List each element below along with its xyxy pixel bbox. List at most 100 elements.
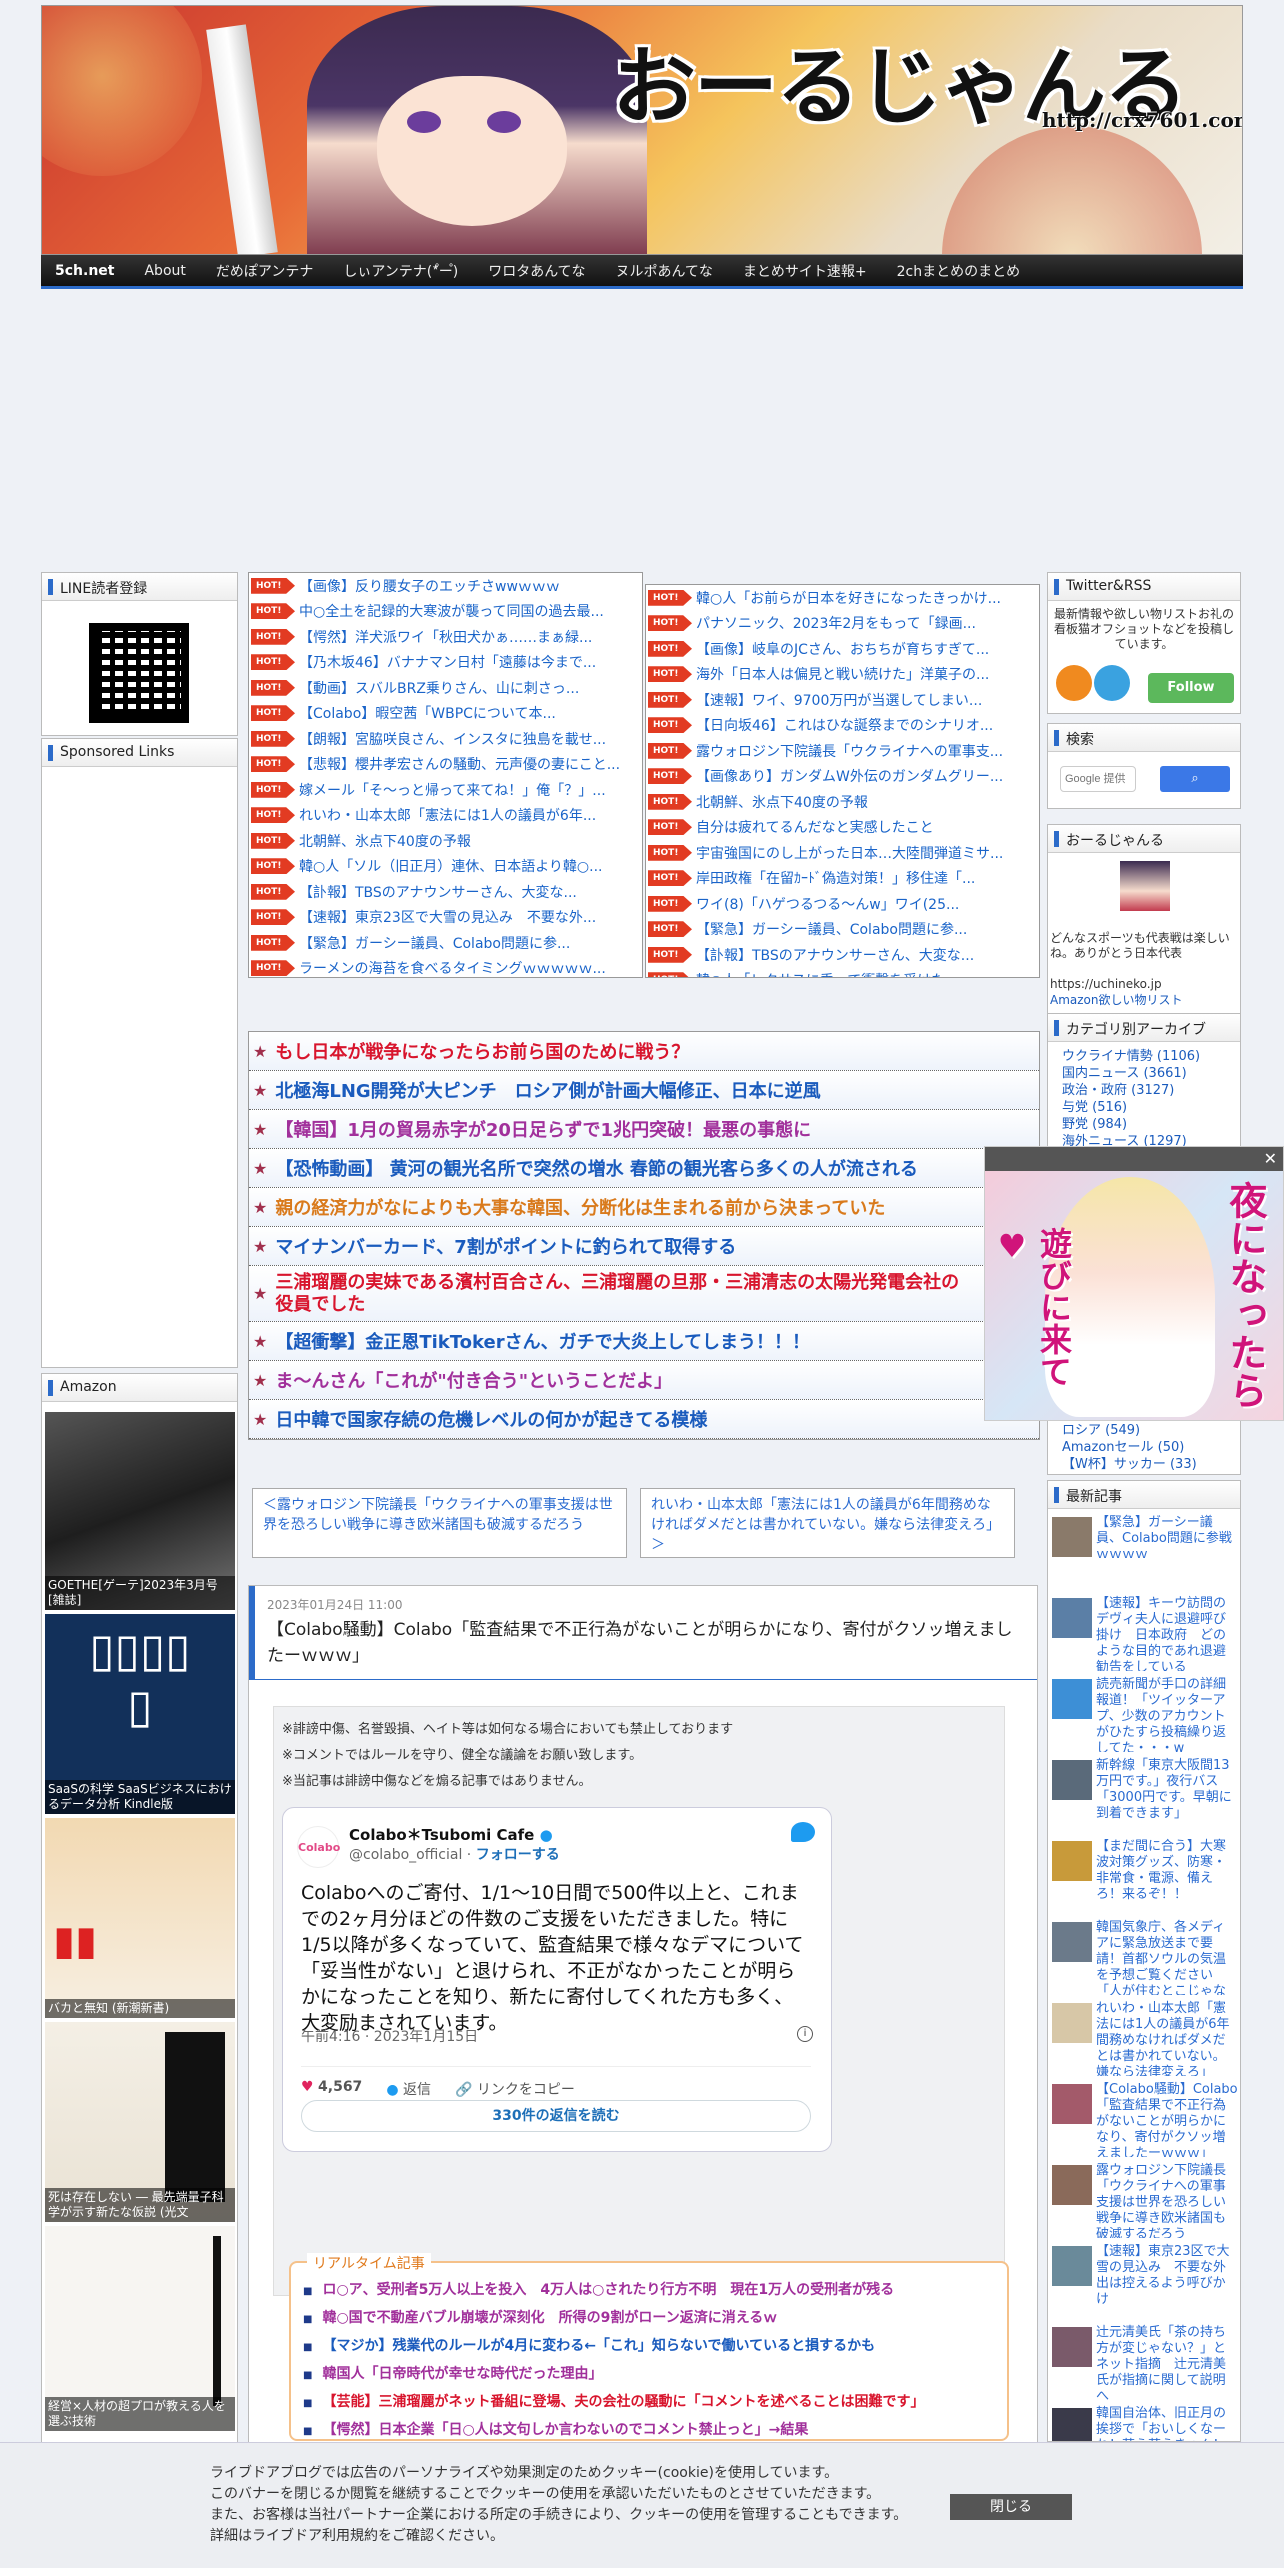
latest-article-thumbnail[interactable] (1052, 2246, 1092, 2286)
latest-article-thumbnail[interactable] (1052, 2408, 1092, 2441)
tweet-like-button[interactable]: ♥ 4,567 (301, 2079, 362, 2099)
latest-article-item[interactable]: 読売新聞が手口の詳細報道！「ツイッターアプ、少数のアカウントがひたすら投稿繰り返… (1048, 1671, 1240, 1752)
latest-article-item[interactable]: 【速報】キーウ訪問のデヴィ夫人に退避呼び掛け 日本政府 どのような目的であれ退避… (1048, 1590, 1240, 1671)
author-avatar[interactable] (1120, 861, 1170, 911)
amazon-item-goethe[interactable]: GOETHE[ゲーテ]2023年3月号 [雑誌] (45, 1412, 235, 1610)
tweet-avatar[interactable]: Colabo (297, 1826, 340, 1868)
hot-article-row[interactable]: HOT! 北朝鮮、氷点下40度の予報 (249, 828, 642, 854)
category-link[interactable]: 与党 (516) (1048, 1099, 1240, 1116)
headline-row[interactable]: ★ 日中韓で国家存続の危機レベルの何かが起きてる模様 (249, 1400, 1039, 1439)
consent-close-button[interactable]: 閉じる (950, 2494, 1072, 2520)
hot-article-row[interactable]: HOT! 北朝鮮、氷点下40度の予報 (646, 789, 1039, 815)
category-link[interactable]: 政治・政府 (3127) (1048, 1082, 1240, 1099)
hot-article-row[interactable]: HOT! ラーメンの海苔を食べるタイミングｗｗｗｗｗ... (249, 956, 642, 977)
line-qr-code[interactable] (89, 623, 189, 723)
follow-button[interactable]: Follow (1148, 673, 1234, 703)
realtime-article-link[interactable]: 【芸能】三浦瑠麗がネット番組に登場、夫の会社の騒動に「コメントを述べることは困難… (303, 2389, 995, 2417)
nav-item-shii[interactable]: しぃアンテナ(*゚ー゚) (343, 261, 458, 281)
latest-article-thumbnail[interactable] (1052, 1517, 1092, 1557)
amazon-item-shi[interactable]: 死は存在しない ― 最先端量子科学が示す新たな仮説 (光文 (45, 2022, 235, 2222)
amazon-wishlist-link[interactable]: Amazon欲しい物リスト (1050, 991, 1183, 1008)
category-link[interactable]: ロシア (549) (1048, 1422, 1197, 1439)
hot-article-row[interactable]: HOT! 【速報】ワイ、9700万円が当選してしまい... (646, 687, 1039, 713)
twitter-bird-icon[interactable] (791, 1822, 815, 1842)
tweet-author-name[interactable]: Colabo＊Tsubomi Cafe ● (349, 1824, 553, 1845)
hot-article-row[interactable]: HOT! ワイ(8)「ハゲつるつる～んw」ワイ(25... (646, 891, 1039, 917)
tweet-timestamp[interactable]: 午前4:16 · 2023年1月15日 (301, 2026, 478, 2046)
nav-item-matome-plus[interactable]: まとめサイト速報+ (743, 261, 867, 281)
headline-row[interactable]: ★ 【超衝撃】金正恩TikTokerさん、ガチで大炎上してしまう！！！ (249, 1322, 1039, 1361)
realtime-article-link[interactable]: ロ○ア、受刑者5万人以上を投入 4万人は○されたり行方不明 現在1万人の受刑者が… (303, 2277, 995, 2305)
hot-article-row[interactable]: HOT! 露ウォロジン下院議長「ウクライナへの軍事支... (646, 738, 1039, 764)
latest-article-item[interactable]: 【速報】東京23区で大雪の見込み 不要な外出は控えるよう呼びかけ (1048, 2238, 1240, 2319)
latest-article-item[interactable]: 露ウォロジン下院議長「ウクライナへの軍事支援は世界を恐ろしい戦争に導き欧米諸国も… (1048, 2157, 1240, 2238)
latest-article-thumbnail[interactable] (1052, 2327, 1092, 2367)
hot-article-row[interactable]: HOT! 【緊急】ガーシー議員、Colabo問題に参... (249, 930, 642, 956)
headline-row[interactable]: ★ ま～んさん「これが"付き合う"ということだよ」 (249, 1361, 1039, 1400)
realtime-article-link[interactable]: 韓○国で不動産バブル崩壊が深刻化 所得の9割がローン返済に消えるｗ (303, 2305, 995, 2333)
realtime-article-link[interactable]: 韓国人「日帝時代が幸せな時代だった理由」 (303, 2361, 995, 2389)
headline-row[interactable]: ★ 親の経済力がなによりも大事な韓国、分断化は生まれる前から決まっていた (249, 1188, 1039, 1227)
hot-article-row[interactable]: HOT! 岸田政権「在留ｶｰﾄﾞ偽造対策！」移住達「... (646, 866, 1039, 892)
hot-article-row[interactable]: HOT! 【画像あり】ガンダムW外伝のガンダムグリー... (646, 764, 1039, 790)
popup-ad[interactable]: ✕ 夜になったら 遊びに来て♥ (984, 1146, 1284, 1421)
amazon-item-baka[interactable]: ▮▮ バカと無知 (新潮新書) (45, 1818, 235, 2018)
hot-article-row[interactable]: HOT! 【朗報】宮脇咲良さん、インスタに独島を載せ... (249, 726, 642, 752)
headline-row[interactable]: ★ もし日本が戦争になったらお前ら国のために戦う？ (249, 1032, 1039, 1071)
nav-item-nurupo[interactable]: ヌルポあんてな (616, 261, 713, 281)
hot-article-row[interactable]: HOT! 【訃報】TBSのアナウンサーさん、大変な... (249, 879, 642, 905)
latest-article-item[interactable]: 【緊急】ガーシー議員、Colabo問題に参戦ｗｗｗｗ (1048, 1509, 1240, 1590)
category-link[interactable]: 【W杯】サッカー (33) (1048, 1456, 1197, 1473)
latest-article-thumbnail[interactable] (1052, 1922, 1092, 1962)
latest-article-thumbnail[interactable] (1052, 2084, 1092, 2124)
latest-article-item[interactable]: 韓国自治体、旧正月の挨拶で「おいしくなーれ！萌え萌えきゅん！」→批判 (1048, 2400, 1240, 2441)
hot-article-row[interactable]: HOT! 【緊急】ガーシー議員、Colabo問題に参... (646, 917, 1039, 943)
nav-item-warota[interactable]: ワロタあんてな (488, 261, 585, 281)
hot-article-row[interactable]: HOT! 韓○人「お前らが日本を好きになったきっかけ... (646, 585, 1039, 611)
category-link[interactable]: Amazonセール (50) (1048, 1439, 1197, 1456)
hot-article-row[interactable]: HOT! 【速報】東京23区で大雪の見込み 不要な外... (249, 905, 642, 931)
tweet-copy-link-button[interactable]: 🔗 リンクをコピー (455, 2079, 575, 2099)
hot-article-row[interactable]: HOT! れいわ・山本太郎「憲法には1人の議員が6年... (249, 803, 642, 829)
search-input[interactable] (1060, 766, 1136, 792)
amazon-item-hito[interactable]: 経営×人材の超プロが教える人を選ぶ技術 (45, 2226, 235, 2431)
hot-article-row[interactable]: HOT! 韓○人「レクサスに乗って衝撃を受けた... (646, 968, 1039, 977)
hot-article-row[interactable]: HOT! 【画像】岐阜のJCさん、おちちが育ちすぎて... (646, 636, 1039, 662)
hot-article-row[interactable]: HOT! 【訃報】TBSのアナウンサーさん、大変な... (646, 942, 1039, 968)
latest-article-item[interactable]: 【Colabo騒動】Colabo「監査結果で不正行為がないことが明らかになり、寄… (1048, 2076, 1240, 2157)
hot-article-row[interactable]: HOT! 【日向坂46】これはひな誕祭までのシナリオ... (646, 713, 1039, 739)
category-link[interactable]: 国内ニュース (3661) (1048, 1065, 1240, 1082)
search-button[interactable]: ⌕ (1160, 766, 1230, 792)
hot-article-row[interactable]: HOT! 【動画】スバルBRZ乗りさん、山に刺さっ... (249, 675, 642, 701)
next-article-link[interactable]: れいわ・山本太郎「憲法には1人の議員が6年間務めなければダメだとは書かれていない… (640, 1488, 1015, 1558)
hot-article-row[interactable]: HOT! 【画像】反り腰女子のエッチさwwｗｗｗ (249, 573, 642, 599)
embedded-tweet[interactable]: Colabo Colabo＊Tsubomi Cafe ● @colabo_off… (282, 1807, 832, 2152)
about-url[interactable]: https://uchineko.jp (1050, 977, 1162, 991)
hot-article-row[interactable]: HOT! 【悲報】櫻井孝宏さんの騒動、元声優の妻にこと... (249, 752, 642, 778)
hot-article-row[interactable]: HOT! 自分は疲れてるんだなと実感したこと (646, 815, 1039, 841)
latest-article-item[interactable]: 韓国気象庁、各メディアに緊急放送まで要請！首都ソウルの気温を予想ご覧ください「人… (1048, 1914, 1240, 1995)
latest-article-thumbnail[interactable] (1052, 2003, 1092, 2043)
category-link[interactable]: ウクライナ情勢 (1106) (1048, 1048, 1240, 1065)
hot-article-row[interactable]: HOT! 【Colabo】暇空茜「WBPCについて本... (249, 701, 642, 727)
hot-article-row[interactable]: HOT! 中○全土を記録的大寒波が襲って同国の過去最... (249, 599, 642, 625)
tweet-reply-button[interactable]: ● 返信 (386, 2079, 431, 2099)
latest-article-thumbnail[interactable] (1052, 1598, 1092, 1638)
site-header-banner[interactable]: おーるじゃんる http://crx7601.com (41, 5, 1243, 255)
tweet-follow-link[interactable]: フォローする (476, 1847, 560, 1863)
latest-article-item[interactable]: 新幹線「東京大阪間13万円です。」夜行バス「3000円です。早朝に到着できます」 (1048, 1752, 1240, 1833)
nav-item-2ch-matome[interactable]: 2chまとめのまとめ (897, 261, 1020, 281)
prev-article-link[interactable]: ＜露ウォロジン下院議長「ウクライナへの軍事支援は世界を恐ろしい戦争に導き欧米諸国… (252, 1488, 627, 1558)
latest-article-item[interactable]: れいわ・山本太郎「憲法には1人の議員が6年間務めなければダメだとは書かれていない… (1048, 1995, 1240, 2076)
article-title[interactable]: 【Colabo騒動】Colabo「監査結果で不正行為がないことが明らかになり、寄… (267, 1617, 1025, 1669)
headline-row[interactable]: ★ 三浦瑠麗の実妹である濱村百合さん、三浦瑠麗の旦那・三浦清志の太陽光発電会社の役… (249, 1266, 1039, 1322)
hot-article-row[interactable]: HOT! パナソニック、2023年2月をもって「録画... (646, 611, 1039, 637)
nav-item-about[interactable]: About (144, 263, 185, 279)
latest-article-item[interactable]: 【まだ間に合う】大寒波対策グッズ、防寒・非常食・電源、備えろ！来るぞ！！ (1048, 1833, 1240, 1914)
category-link[interactable]: 野党 (984) (1048, 1116, 1240, 1133)
hot-article-row[interactable]: HOT! 【乃木坂46】バナナマン日村「遠藤は今まで... (249, 650, 642, 676)
hot-article-row[interactable]: HOT! 海外「日本人は偏見と戦い続けた」洋菓子の... (646, 662, 1039, 688)
headline-row[interactable]: ★ マイナンバーカード、7割がポイントに釣られて取得する (249, 1227, 1039, 1266)
consent-terms-link[interactable]: 詳細はライブドア利用規約をご確認ください。 (210, 2526, 504, 2546)
latest-article-thumbnail[interactable] (1052, 1760, 1092, 1800)
